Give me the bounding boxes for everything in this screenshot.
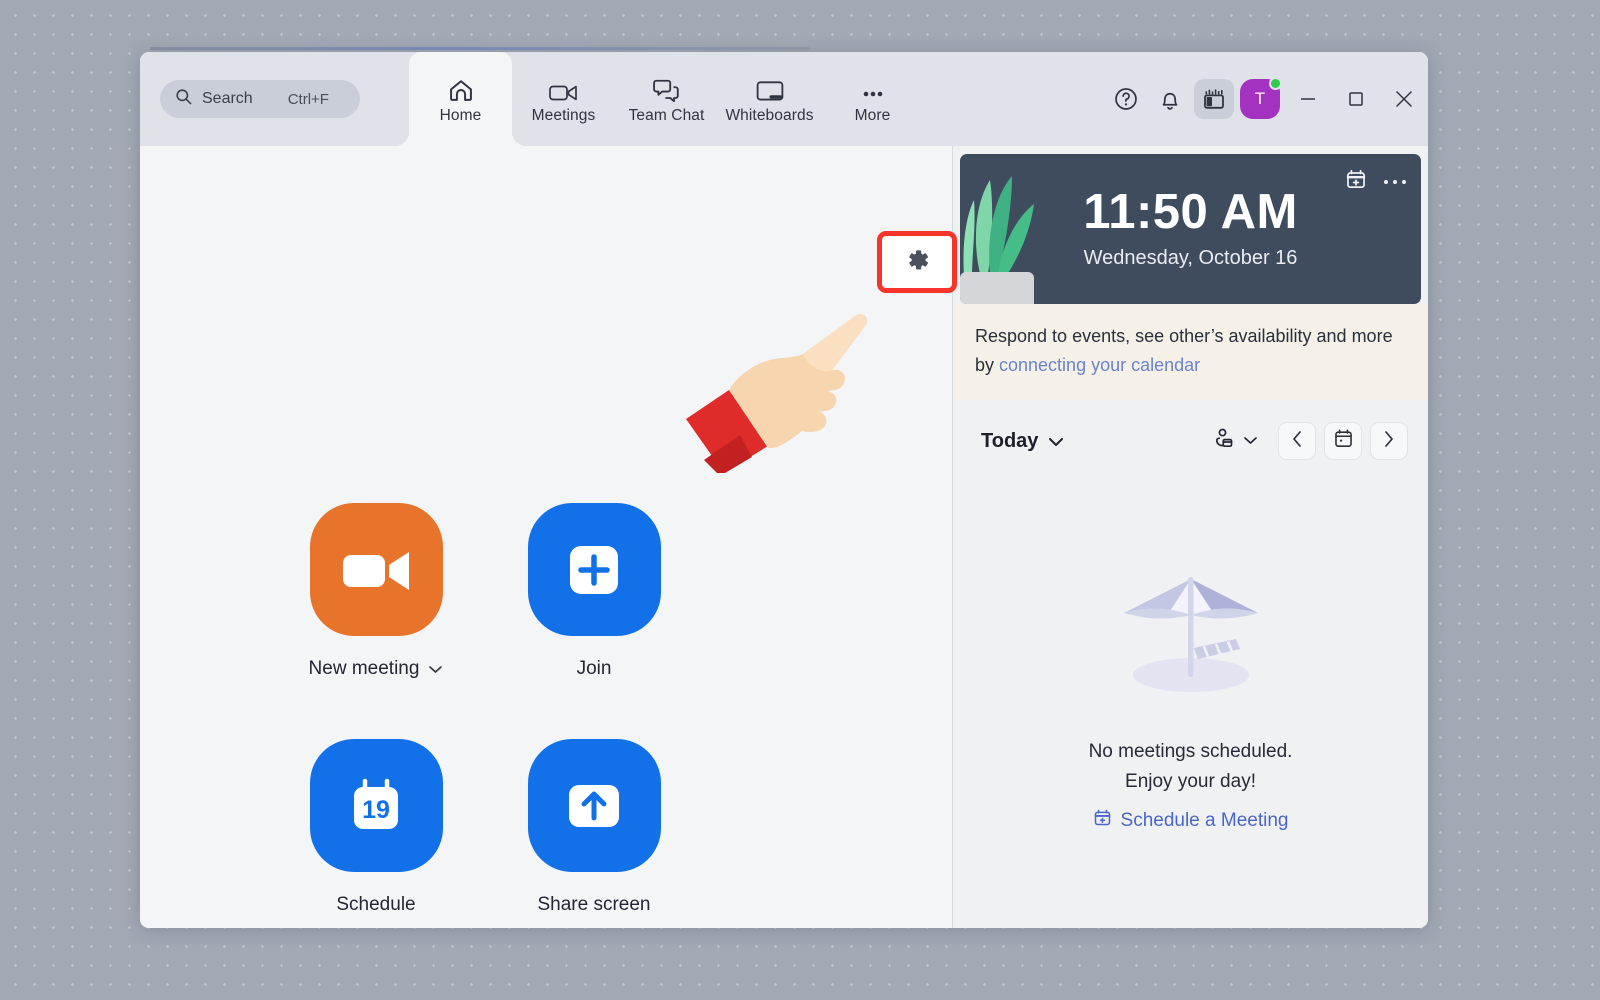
chevron-down-icon[interactable]	[428, 658, 443, 680]
home-action-grid: New meeting Join 19 Schedule Share scree…	[267, 503, 703, 928]
join-tile	[527, 503, 661, 636]
calendar-today-button[interactable]	[1324, 422, 1362, 461]
action-new-meeting[interactable]: New meeting	[267, 503, 485, 739]
tab-meetings[interactable]: Meetings	[512, 52, 615, 146]
calendar-daybar-controls	[1211, 422, 1408, 461]
clock-widget-tools	[1345, 168, 1407, 195]
home-icon	[447, 74, 475, 104]
tab-home-label: Home	[439, 106, 482, 124]
ellipsis-icon	[859, 74, 887, 104]
tab-home[interactable]: Home	[409, 52, 512, 146]
search-input[interactable]: Search Ctrl+F	[160, 80, 360, 118]
calendar-daybar: Today	[953, 400, 1428, 470]
schedule-tile: 19	[309, 739, 443, 872]
plus-in-square-icon	[570, 545, 618, 594]
layout-panel-icon	[1194, 79, 1234, 119]
potted-plant-illustration	[960, 176, 1034, 304]
tab-more[interactable]: More	[821, 52, 924, 146]
tab-team-chat-label: Team Chat	[628, 106, 705, 124]
action-join-label-row: Join	[577, 658, 612, 680]
chevron-down-icon	[1048, 430, 1064, 453]
action-schedule-label-row: Schedule	[336, 894, 415, 916]
titlebar: Search Ctrl+F Home Meetings Team Chat Wh…	[140, 52, 1428, 146]
video-camera-icon	[343, 551, 409, 590]
help-circle-icon[interactable]	[1104, 77, 1148, 121]
schedule-meeting-link-label: Schedule a Meeting	[1120, 809, 1289, 831]
avatar[interactable]: T	[1236, 77, 1284, 121]
clock-time: 11:50 AM	[1083, 185, 1298, 239]
action-share-screen-label: Share screen	[537, 894, 651, 915]
calendar-plus-icon[interactable]	[1345, 168, 1367, 195]
person-calendar-icon	[1211, 427, 1235, 456]
svg-text:19: 19	[362, 796, 390, 824]
background-window-edge	[150, 47, 810, 50]
action-join-label: Join	[576, 658, 612, 679]
calendar-panel: 11:50 AM Wednesday, October 16 Respond t…	[953, 146, 1428, 928]
calendar-plus-icon	[1093, 808, 1112, 833]
search-icon	[174, 87, 193, 111]
chevron-left-icon	[1291, 430, 1303, 453]
panel-button[interactable]	[1192, 77, 1236, 121]
video-camera-icon	[548, 74, 579, 104]
schedule-meeting-link[interactable]: Schedule a Meeting	[1093, 808, 1289, 833]
status-badge	[1269, 77, 1282, 90]
nav-tabs: Home Meetings Team Chat Whiteboards More	[409, 52, 924, 146]
tab-whiteboards[interactable]: Whiteboards	[718, 52, 821, 146]
calendar-next-button[interactable]	[1370, 422, 1408, 461]
new-meeting-tile	[309, 503, 443, 636]
minimize-button[interactable]	[1284, 52, 1332, 146]
settings-button[interactable]	[877, 231, 957, 293]
calendar-prev-button[interactable]	[1278, 422, 1316, 461]
action-share-screen-label-row: Share screen	[537, 894, 650, 916]
calendar-19-icon: 19	[354, 778, 398, 829]
clock-widget: 11:50 AM Wednesday, October 16	[960, 154, 1421, 304]
ellipsis-icon[interactable]	[1383, 173, 1407, 191]
calendar-empty-state: No meetings scheduled. Enjoy your day! S…	[953, 470, 1428, 928]
action-share-screen[interactable]: Share screen	[485, 739, 703, 928]
tab-whiteboards-label: Whiteboards	[725, 106, 814, 124]
zoom-app-window: Search Ctrl+F Home Meetings Team Chat Wh…	[140, 52, 1428, 928]
date-range-selector[interactable]: Today	[981, 430, 1064, 453]
up-arrow-in-square-icon	[569, 784, 619, 827]
tab-more-label: More	[854, 106, 891, 124]
action-schedule[interactable]: 19 Schedule	[267, 739, 485, 928]
chevron-right-icon	[1383, 430, 1395, 453]
search-placeholder: Search	[202, 90, 253, 107]
window-controls: T	[1104, 52, 1428, 146]
whiteboard-icon	[756, 74, 784, 104]
action-new-meeting-label: New meeting	[308, 658, 420, 679]
chevron-down-icon	[1243, 432, 1258, 450]
action-join[interactable]: Join	[485, 503, 703, 739]
home-main-pane: New meeting Join 19 Schedule Share scree…	[140, 146, 957, 928]
share-screen-tile	[527, 739, 661, 872]
connect-calendar-link[interactable]: connecting your calendar	[999, 355, 1200, 375]
close-button[interactable]	[1380, 52, 1428, 146]
date-range-label: Today	[981, 429, 1039, 452]
search-shortcut: Ctrl+F	[287, 90, 329, 108]
tab-meetings-label: Meetings	[531, 106, 596, 124]
gear-icon	[902, 245, 932, 280]
empty-state-line1: No meetings scheduled.	[1088, 741, 1293, 763]
calendar-people-filter[interactable]	[1211, 427, 1258, 456]
action-schedule-label: Schedule	[336, 894, 416, 915]
pointing-hand-cursor	[682, 298, 868, 476]
tab-team-chat[interactable]: Team Chat	[615, 52, 718, 146]
clock-date: Wednesday, October 16	[1083, 247, 1298, 269]
empty-state-line2: Enjoy your day!	[1125, 770, 1256, 792]
beach-umbrella-illustration	[1123, 577, 1258, 693]
app-body: New meeting Join 19 Schedule Share scree…	[140, 146, 1428, 928]
calendar-icon	[1333, 428, 1354, 454]
bell-icon[interactable]	[1148, 77, 1192, 121]
action-new-meeting-label-row: New meeting	[309, 658, 444, 680]
chat-bubbles-icon	[652, 74, 681, 104]
calendar-connect-notice: Respond to events, see other’s availabil…	[953, 304, 1428, 401]
empty-state-text: No meetings scheduled. Enjoy your day!	[1089, 737, 1293, 796]
maximize-button[interactable]	[1332, 52, 1380, 146]
